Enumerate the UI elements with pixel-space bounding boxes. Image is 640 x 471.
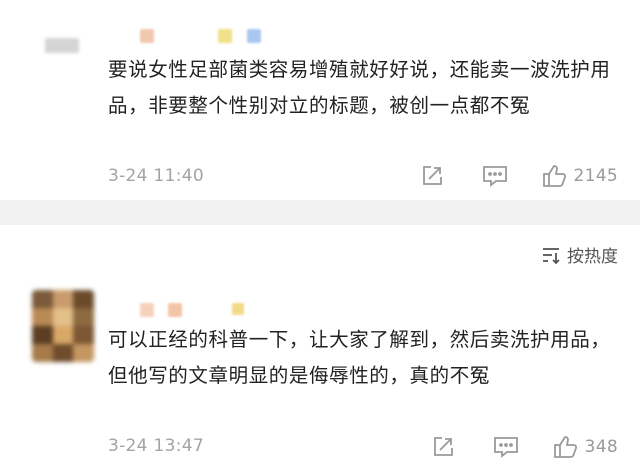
avatar[interactable] <box>32 290 94 362</box>
username-blurred[interactable] <box>45 38 79 53</box>
divider <box>0 200 640 225</box>
user-badge-blurred <box>218 29 232 43</box>
thumbs-up-icon <box>542 165 566 187</box>
comment-icon[interactable] <box>482 164 508 188</box>
username-blurred[interactable] <box>168 303 182 317</box>
username-blurred[interactable] <box>140 303 154 317</box>
comment-actions: 2145 <box>420 163 618 189</box>
like-count: 348 <box>584 437 618 457</box>
comment-icon[interactable] <box>493 435 519 459</box>
comment-item: 可以正经的科普一下，让大家了解到，然后卖洗护用品，但他写的文章明显的是侮辱性的，… <box>0 225 640 471</box>
comment-time: 3-24 11:40 <box>108 166 204 186</box>
comment-text: 可以正经的科普一下，让大家了解到，然后卖洗护用品，但他写的文章明显的是侮辱性的，… <box>108 328 611 387</box>
comment-item: 要说女性足部菌类容易增殖就好好说，还能卖一波洗护用品，非要整个性别对立的标题，被… <box>0 0 640 200</box>
comment-time: 3-24 13:47 <box>108 436 204 456</box>
like-button[interactable]: 2145 <box>542 163 618 189</box>
share-edit-icon[interactable] <box>420 164 444 188</box>
share-edit-icon[interactable] <box>431 435 455 459</box>
thumbs-up-icon <box>553 436 577 458</box>
comment-actions: 348 <box>431 434 618 460</box>
user-badge-blurred <box>247 29 261 43</box>
user-badge-blurred <box>232 303 244 315</box>
comment-text: 要说女性足部菌类容易增殖就好好说，还能卖一波洗护用品，非要整个性别对立的标题，被… <box>108 58 611 117</box>
like-count: 2145 <box>573 166 618 186</box>
like-button[interactable]: 348 <box>553 434 618 460</box>
user-badge-blurred <box>140 29 154 43</box>
